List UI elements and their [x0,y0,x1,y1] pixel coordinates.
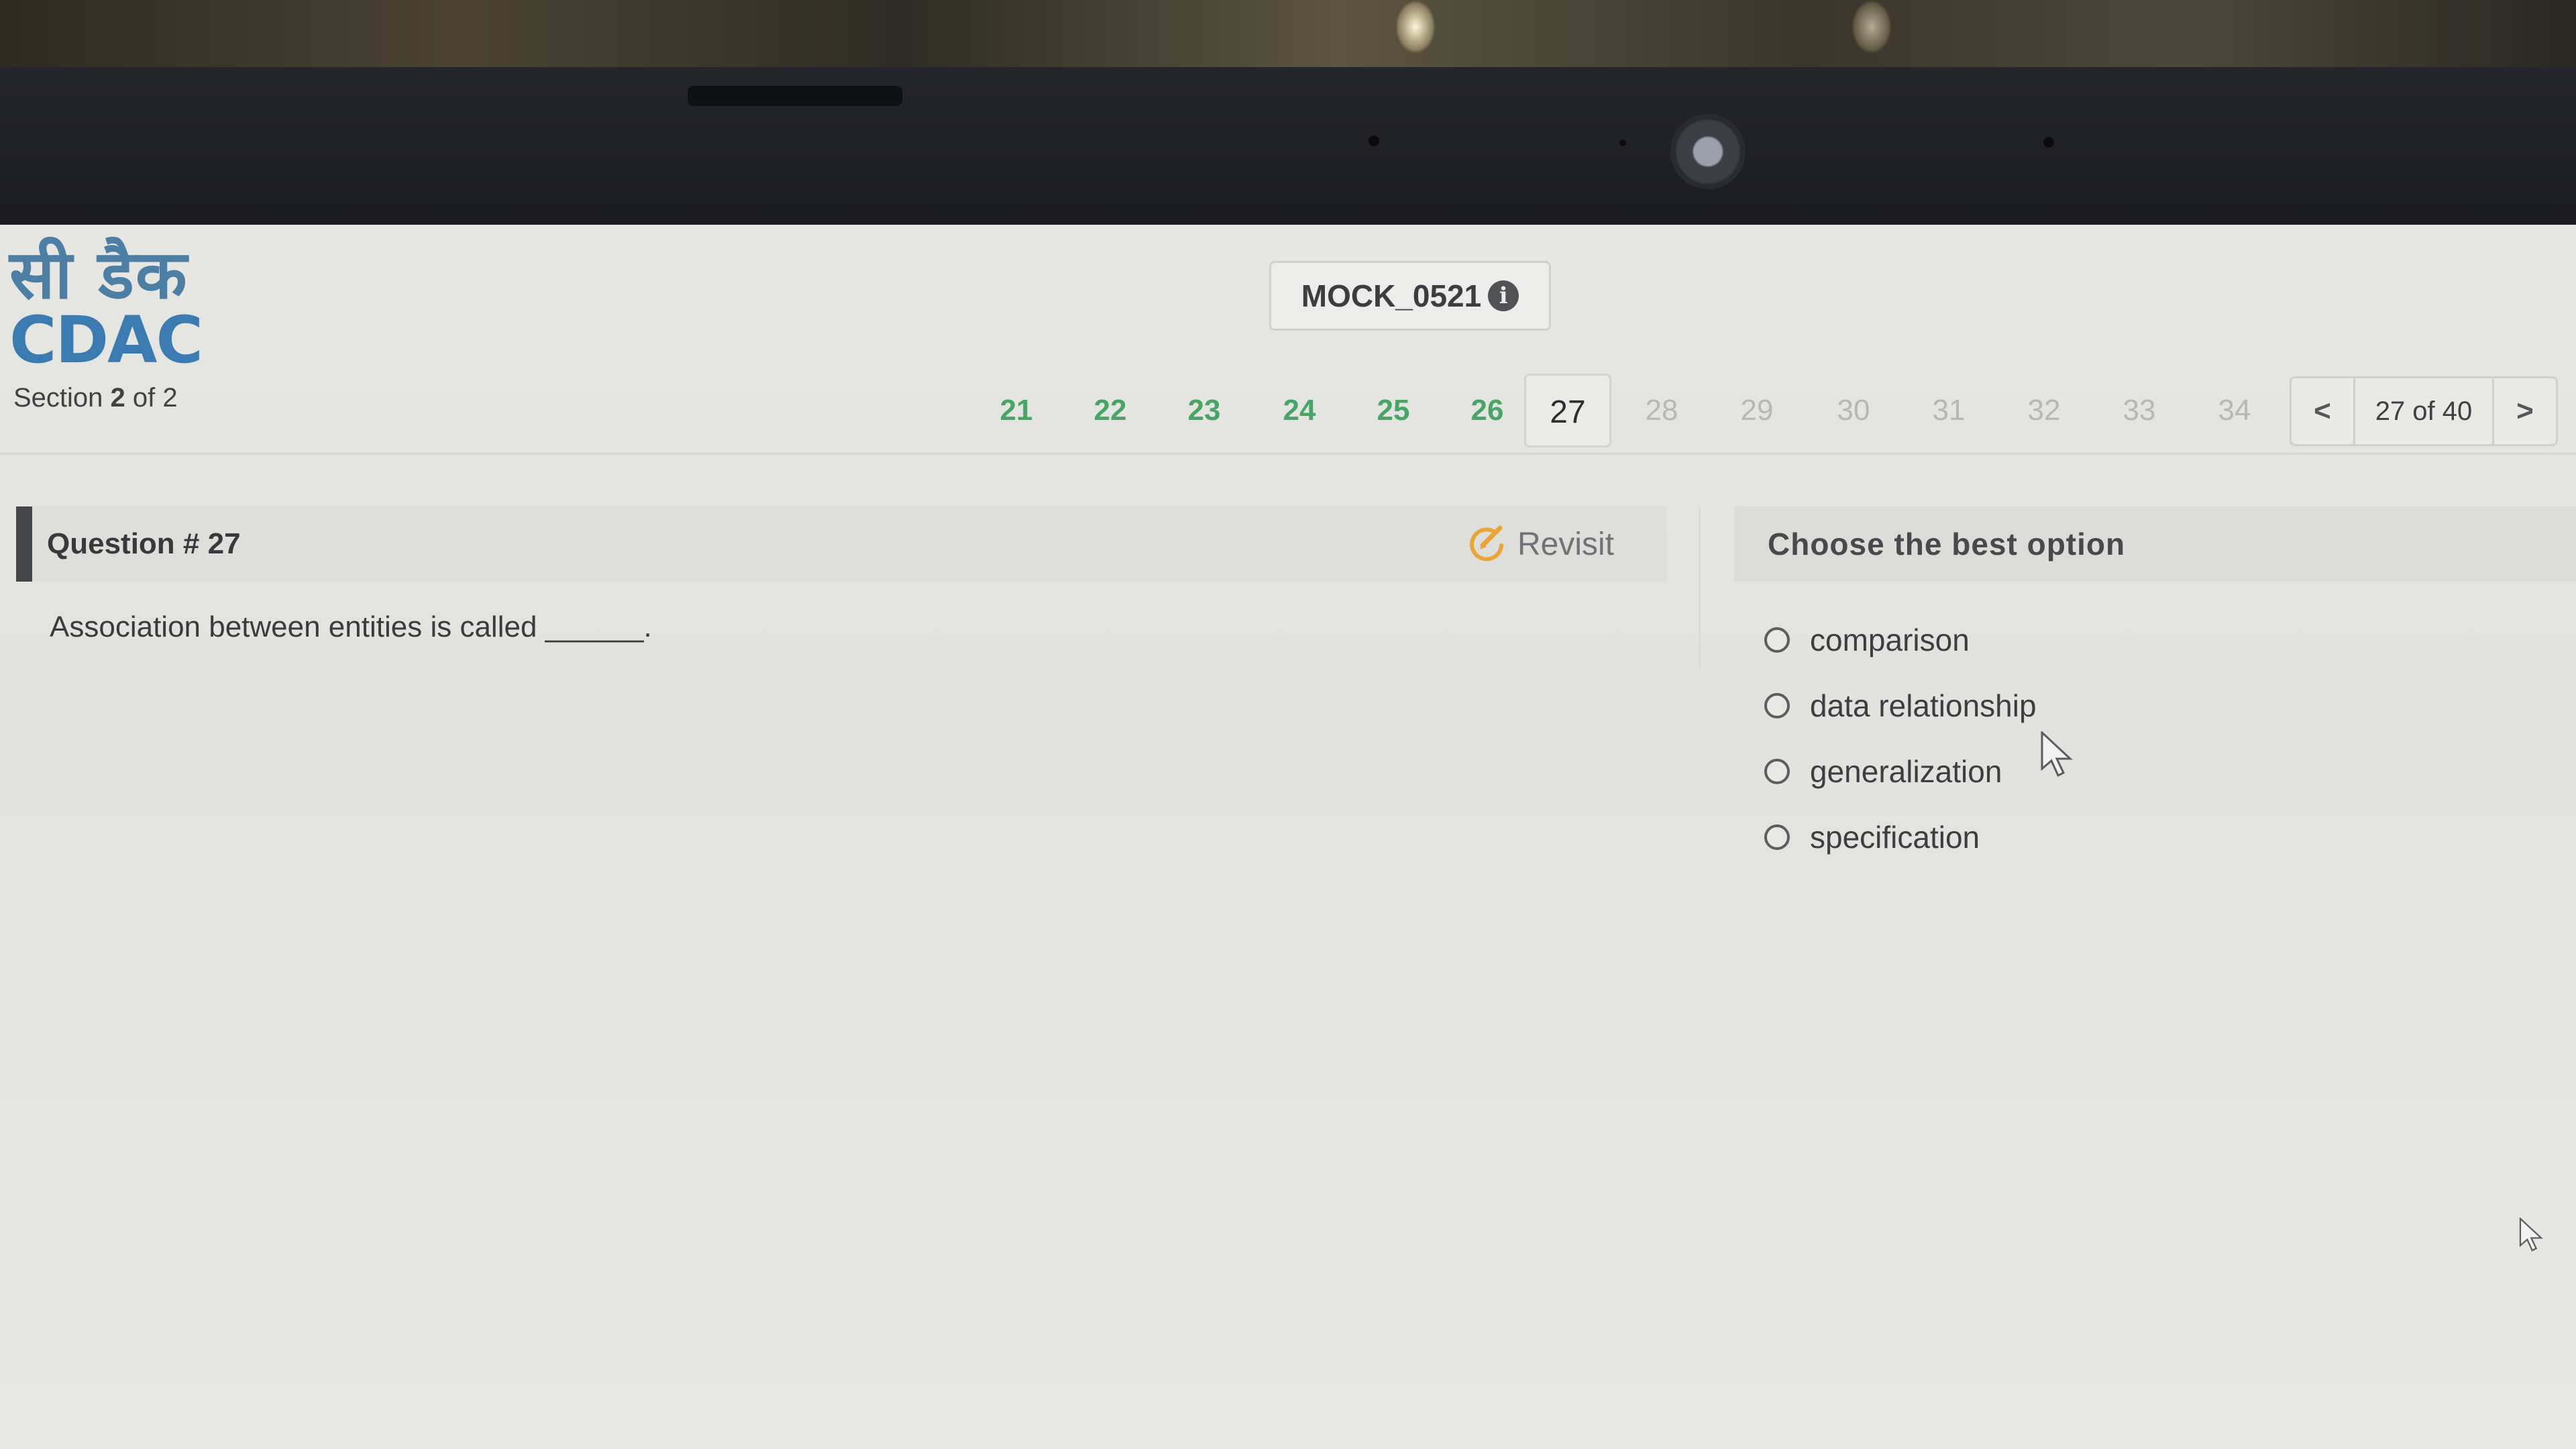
webcam [1670,114,1746,189]
options-heading: Choose the best option [1768,527,2126,561]
header-divider [0,453,2576,455]
options-header: Choose the best option [1734,506,2576,582]
radio-button[interactable] [1764,693,1790,718]
option-specification[interactable]: specification [1764,804,2037,870]
question-marker [16,506,32,582]
mouse-pointer-icon [2041,731,2073,777]
question-nav-item[interactable]: 25 [1350,374,1437,447]
logo-text: CDAC [9,303,203,378]
logo-hindi-text: सी डैक [9,235,189,314]
option-label: generalization [1810,754,2002,789]
bezel-sensor [2043,137,2054,148]
option-generalization[interactable]: generalization [1764,739,2037,804]
ceiling-light [1395,0,1436,54]
question-nav-item[interactable]: 21 [973,374,1060,447]
question-nav-item[interactable]: 34 [2191,374,2278,447]
option-label: comparison [1810,623,1970,657]
radio-button[interactable] [1764,759,1790,784]
bezel-sensor [1368,136,1379,146]
question-nav-item[interactable]: 26 [1444,374,1531,447]
question-nav-item[interactable]: 32 [2000,374,2088,447]
question-position: 27 of 40 [2375,396,2473,426]
bezel-sensor [1619,140,1626,146]
option-data-relationship[interactable]: data relationship [1764,673,2037,739]
section-prefix: Section [13,383,103,413]
exam-screen: सी डैक CDAC Section 2 of 2 MOCK_0521 i 2… [0,225,2576,1449]
exam-title: MOCK_0521 [1301,278,1482,313]
background-room [0,0,2576,74]
question-heading: Question # 27 [47,527,241,560]
section-total: of 2 [132,383,178,413]
radio-button[interactable] [1764,824,1790,850]
revisit-label: Revisit [1517,526,1615,562]
cdac-logo: सी डैक CDAC [9,235,203,378]
question-nav-item[interactable]: 29 [1713,374,1801,447]
question-header: Question # 27 Revisit [16,506,1666,582]
revisit-icon [1470,525,1503,561]
question-nav-item[interactable]: 33 [2096,374,2183,447]
question-nav-item[interactable]: 22 [1067,374,1154,447]
section-current: 2 [110,383,125,413]
info-icon[interactable]: i [1488,280,1519,311]
question-pager: < 27 of 40 > [2290,376,2558,446]
question-text: Association between entities is called _… [50,610,652,643]
bezel-slot [688,86,902,106]
option-comparison[interactable]: comparison [1764,607,2037,673]
panel-divider [1699,506,1701,667]
question-nav-item[interactable]: 28 [1618,374,1705,447]
laptop-bezel [0,67,2576,225]
question-nav-item[interactable]: 24 [1256,374,1343,447]
next-question-button[interactable]: > [2492,378,2556,444]
radio-button[interactable] [1764,627,1790,653]
ceiling-light [1851,0,1892,54]
revisit-button[interactable]: Revisit [1465,506,1614,582]
option-label: data relationship [1810,688,2037,723]
mouse-pointer-icon [2519,1218,2543,1252]
section-indicator: Section 2 of 2 [13,383,178,413]
prev-question-button[interactable]: < [2292,378,2355,444]
question-nav-item-current[interactable]: 27 [1524,374,1611,447]
question-nav-item[interactable]: 30 [1810,374,1897,447]
options-list: comparison data relationship generalizat… [1764,607,2037,870]
question-nav-item[interactable]: 23 [1161,374,1248,447]
exam-title-box[interactable]: MOCK_0521 i [1269,261,1551,331]
option-label: specification [1810,820,1980,855]
question-nav-item[interactable]: 31 [1905,374,1992,447]
